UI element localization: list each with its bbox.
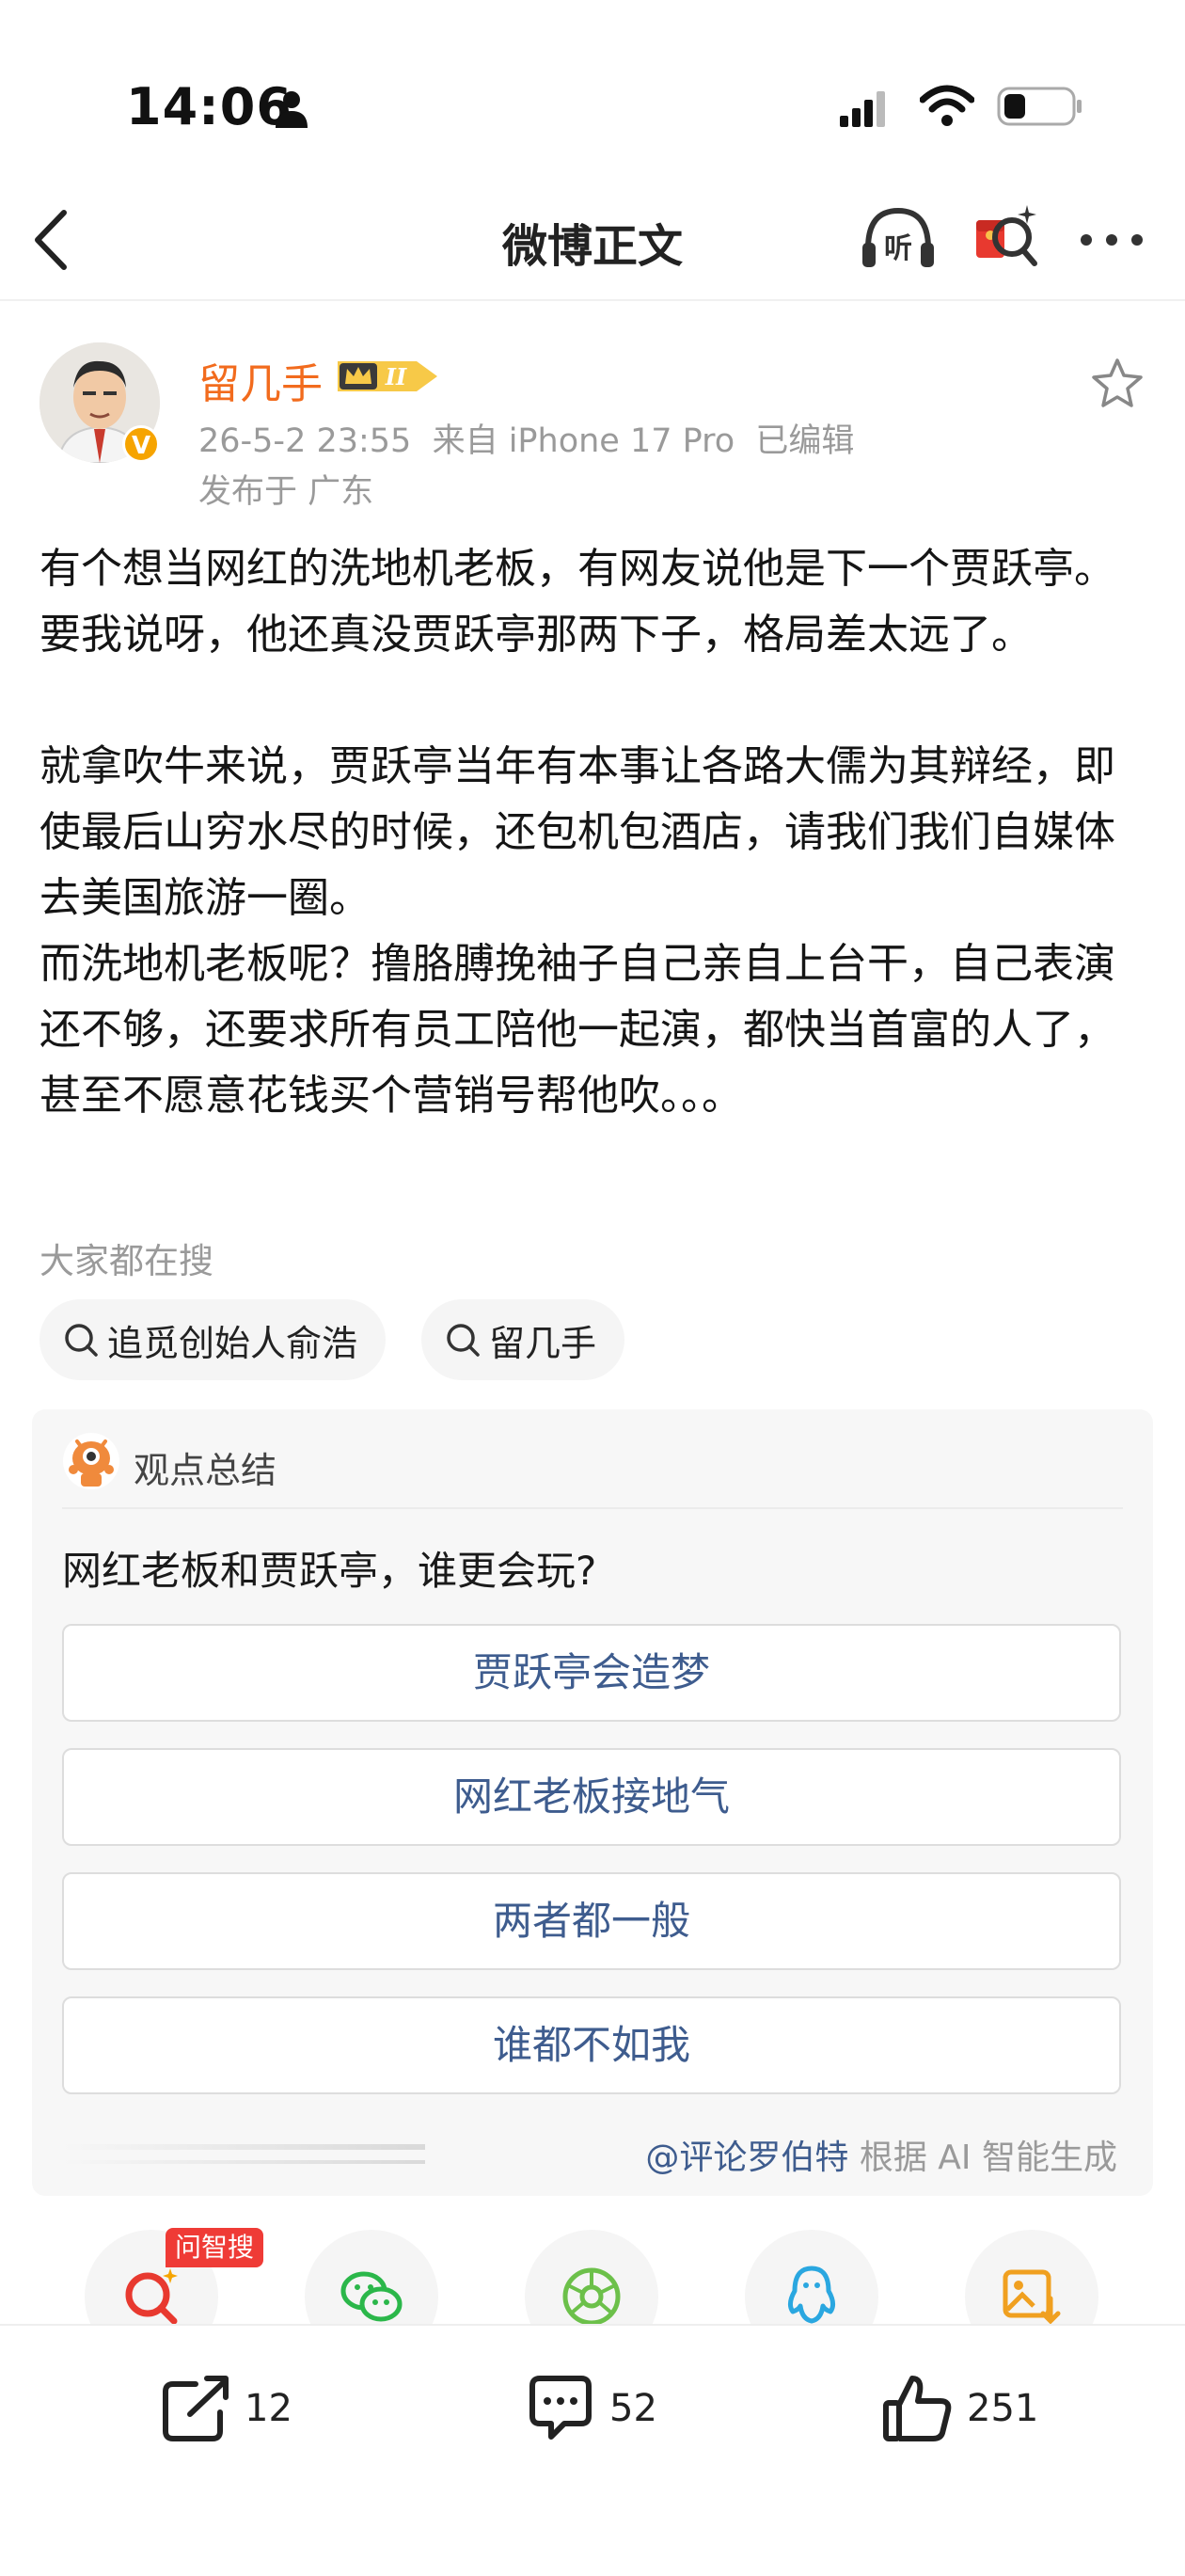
- search-icon: [447, 1324, 480, 1357]
- ask-search-tag: 问智搜: [166, 2228, 264, 2267]
- status-time: 14:06: [126, 77, 292, 136]
- search-chip-label: 留几手: [489, 1322, 597, 1364]
- fade-decoration: [62, 2160, 425, 2164]
- post-location: 发布于 广东: [198, 473, 374, 511]
- repost-button[interactable]: 12: [158, 2361, 292, 2456]
- nav-divider: [0, 299, 1185, 301]
- search-chip-label: 追觅创始人俞浩: [107, 1322, 358, 1364]
- thumbs-up-icon: [883, 2376, 952, 2441]
- hot-search-label: 大家都在搜: [40, 1241, 213, 1281]
- save-image-icon: [1003, 2269, 1061, 2325]
- ask-search-icon: [125, 2268, 178, 2325]
- fade-decoration: [62, 2144, 425, 2150]
- credit-handle-link[interactable]: @评论罗伯特: [645, 2139, 848, 2177]
- summary-card-title: 观点总结: [134, 1450, 277, 1491]
- search-icon: [65, 1324, 98, 1357]
- robot-mascot-icon: [63, 1433, 119, 1489]
- poll-option[interactable]: 网红老板接地气: [62, 1748, 1121, 1846]
- poll-option[interactable]: 两者都一般: [62, 1872, 1121, 1970]
- ai-credit: @评论罗伯特 根据 AI 智能生成: [645, 2130, 1117, 2179]
- wifi-icon: [920, 85, 974, 126]
- red-packet-search-icon[interactable]: [972, 201, 1040, 271]
- credit-note: 根据 AI 智能生成: [848, 2139, 1117, 2177]
- post-meta: 26-5-2 23:55 来自 iPhone 17 Pro 已编辑: [198, 422, 855, 460]
- author-name[interactable]: 留几手: [198, 350, 323, 410]
- repost-count: 12: [245, 2387, 292, 2430]
- poll-option[interactable]: 贾跃亭会造梦: [62, 1624, 1121, 1722]
- wechat-icon: [340, 2271, 403, 2322]
- moments-icon: [562, 2267, 621, 2326]
- search-chip[interactable]: 追觅创始人俞浩: [40, 1299, 387, 1380]
- cellular-signal-icon: [840, 91, 885, 127]
- repost-icon: [163, 2376, 229, 2441]
- like-count: 251: [967, 2387, 1039, 2430]
- comment-icon: [529, 2376, 592, 2440]
- summary-card-divider: [62, 1507, 1123, 1509]
- listen-headphones-icon[interactable]: 听: [861, 205, 936, 271]
- comment-count: 52: [609, 2387, 657, 2430]
- verified-badge: V: [122, 425, 160, 463]
- comment-button[interactable]: 52: [523, 2361, 657, 2456]
- person-icon: [276, 91, 308, 128]
- search-chip[interactable]: 留几手: [421, 1299, 625, 1380]
- qq-icon: [787, 2266, 836, 2324]
- svg-text:II: II: [385, 363, 407, 390]
- battery-icon: [997, 87, 1082, 126]
- svg-text:听: 听: [884, 232, 912, 265]
- member-crown-badge-icon: II: [338, 361, 437, 391]
- poll-question: 网红老板和贾跃亭，谁更会玩?: [62, 1548, 597, 1594]
- like-button[interactable]: 251: [880, 2361, 1038, 2456]
- post-text: 有个想当网红的洗地机老板，有网友说他是下一个贾跃亭。 要我说呀，他还真没贾跃亭那…: [40, 545, 1115, 1120]
- poll-option[interactable]: 谁都不如我: [62, 1996, 1121, 2094]
- more-options-icon[interactable]: [1080, 233, 1144, 246]
- favorite-star-icon[interactable]: [1091, 358, 1144, 408]
